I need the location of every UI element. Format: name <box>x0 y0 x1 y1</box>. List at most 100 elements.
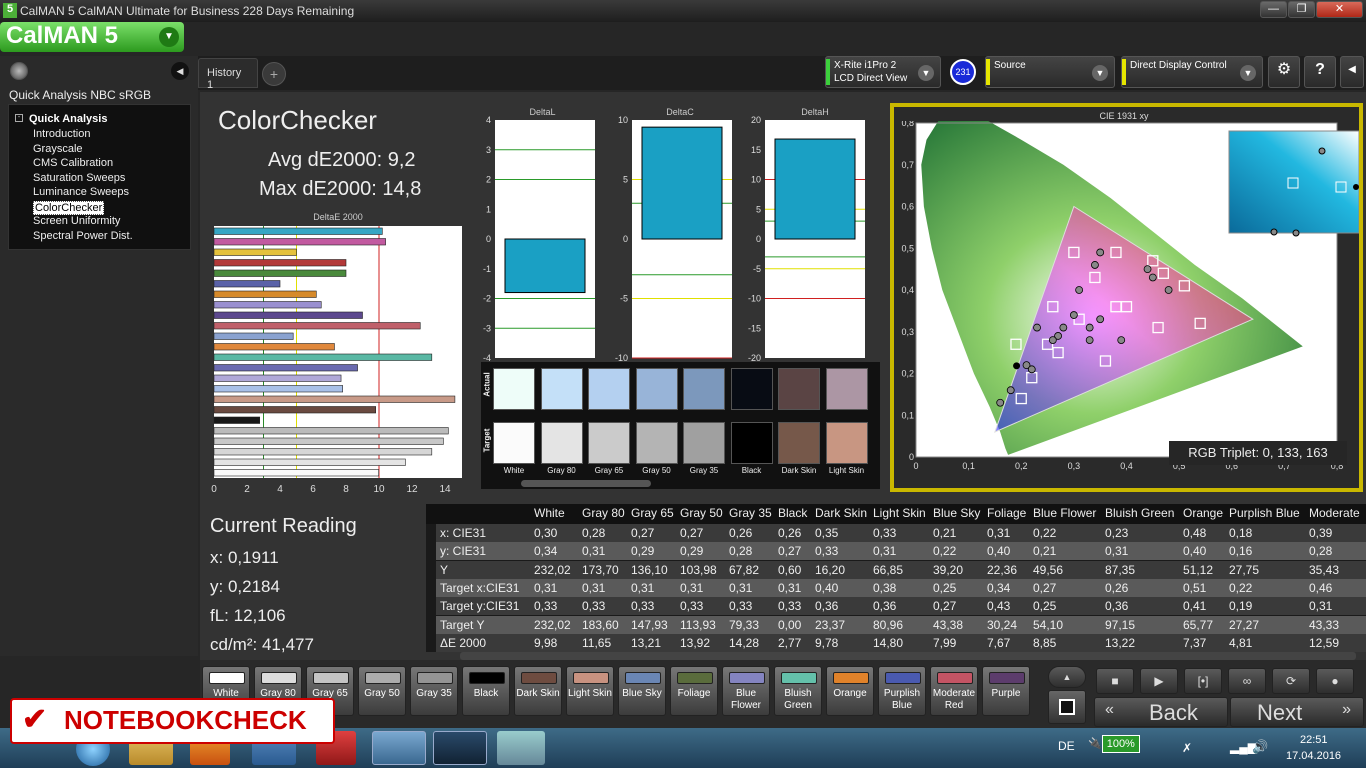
tab-history-1[interactable]: History 1 <box>198 58 258 91</box>
collapse-right-button[interactable]: ◀ <box>1340 56 1364 88</box>
inset-current-point <box>1353 184 1359 190</box>
deltae-bar <box>213 448 433 456</box>
table-cell: 0,31 <box>534 580 558 595</box>
meter-badge[interactable]: 231 <box>950 59 976 85</box>
table-cell: 0,27 <box>778 544 802 559</box>
continuous-button[interactable]: ∞ <box>1228 668 1266 694</box>
app-logo[interactable]: CalMAN 5 ▼ <box>0 22 184 52</box>
tree-item[interactable]: CMS Calibration <box>33 157 113 169</box>
stop-button[interactable]: ■ <box>1096 668 1134 694</box>
table-cell: 0,28 <box>729 544 753 559</box>
deltaC-bar <box>641 126 723 240</box>
frame-icon: [•] <box>1197 674 1209 688</box>
bottom-swatch-button[interactable]: Moderate Red <box>930 666 978 716</box>
minimize-button[interactable]: — <box>1260 1 1287 18</box>
measured-point <box>1085 323 1094 332</box>
cie-y-tick-label: 0,7 <box>901 160 914 170</box>
tree-item[interactable]: Grayscale <box>33 143 83 155</box>
chevron-down-icon[interactable]: ▼ <box>159 27 179 47</box>
table-cell: 0,31 <box>631 580 655 595</box>
bottom-swatch-button[interactable]: Blue Flower <box>722 666 770 716</box>
read-single-button[interactable]: [•] <box>1184 668 1222 694</box>
table-scrollbar[interactable] <box>460 652 1356 660</box>
tree-expand-icon[interactable]: - <box>15 114 23 122</box>
bottom-swatch-button[interactable]: Light Skin <box>566 666 614 716</box>
meter-dropdown[interactable]: X-Rite i1Pro 2 LCD Direct View ▼ <box>825 56 941 88</box>
deltaC-tick-label: 10 <box>618 116 628 125</box>
table-cell: 7,99 <box>933 635 957 650</box>
tree-item[interactable]: Screen Uniformity <box>33 215 120 227</box>
refresh-button[interactable]: ⟳ <box>1272 668 1310 694</box>
language-indicator[interactable]: DE <box>1058 739 1075 753</box>
row-label-actual: Actual <box>482 372 492 397</box>
stop-big-button[interactable] <box>1048 690 1086 724</box>
tree-item[interactable]: Luminance Sweeps <box>33 186 129 198</box>
tree-item[interactable]: Spectral Power Dist. <box>33 230 133 242</box>
table-column-header: Dark Skin <box>815 506 868 520</box>
table-cell: 27,27 <box>1229 617 1260 632</box>
record-button[interactable]: ● <box>1316 668 1354 694</box>
help-button[interactable]: ? <box>1304 56 1336 88</box>
swatch-actual <box>493 368 535 410</box>
double-chevron-right-icon: » <box>1342 701 1351 718</box>
table-cell: 23,37 <box>815 617 846 632</box>
up-button[interactable]: ▲ <box>1048 666 1086 688</box>
bottom-swatch-button[interactable]: Purplish Blue <box>878 666 926 716</box>
clock-date[interactable]: 17.04.2016 <box>1286 750 1341 762</box>
bottom-swatch-button[interactable]: Bluish Green <box>774 666 822 716</box>
cie-x-tick-label: 0,3 <box>1068 461 1081 471</box>
bottom-swatch-button[interactable]: Black <box>462 666 510 716</box>
play-button[interactable]: ▶ <box>1140 668 1178 694</box>
swatch-chip <box>989 672 1025 684</box>
app-logo-text: CalMAN 5 <box>6 22 119 49</box>
swatch-target <box>635 422 678 464</box>
maximize-button[interactable]: ❐ <box>1288 1 1315 18</box>
swatch-comparison: Actual Target White Gray 80 Gray 65 Gray 50… <box>481 362 880 489</box>
network-icon[interactable]: ✗ <box>1182 741 1192 755</box>
bottom-swatch-button[interactable]: Foliage <box>670 666 718 716</box>
control-panel-icon[interactable] <box>372 731 426 765</box>
settings-button[interactable]: ⚙ <box>1268 56 1300 88</box>
display-dropdown[interactable]: Direct Display Control ▼ <box>1121 56 1263 88</box>
clock-time[interactable]: 22:51 <box>1300 734 1328 746</box>
next-button[interactable]: Next » <box>1230 697 1364 727</box>
chevron-down-icon[interactable]: ▼ <box>918 65 934 81</box>
volume-icon[interactable]: 🔊 <box>1252 739 1268 755</box>
tree-item[interactable]: ColorChecker <box>33 200 105 215</box>
swatch-scrollbar[interactable] <box>521 480 651 487</box>
workflow-circle-icon[interactable] <box>10 62 28 80</box>
table-cell: 4,81 <box>1229 635 1253 650</box>
bottom-swatch-button[interactable]: Blue Sky <box>618 666 666 716</box>
tree-item[interactable]: Introduction <box>33 128 90 140</box>
add-tab-button[interactable]: + <box>262 62 286 86</box>
deltaL-tick-label: 2 <box>486 175 491 185</box>
table-cell: 0,40 <box>815 580 839 595</box>
deltaL-tick-label: 1 <box>486 204 491 214</box>
bottom-swatch-button[interactable]: Purple <box>982 666 1030 716</box>
tree-group-quick-analysis[interactable]: Quick Analysis <box>29 113 107 125</box>
chevron-down-icon[interactable]: ▼ <box>1240 65 1256 81</box>
cie-diagram: 0 0,1 0,2 0,3 0,4 0,5 0,6 0,7 0,80,80,70,60,50,4… <box>901 121 1359 471</box>
bottom-swatch-button[interactable]: Orange <box>826 666 874 716</box>
collapse-left-button[interactable]: ◀ <box>171 62 189 80</box>
table-column-header: Gray 80 <box>582 506 625 520</box>
battery-indicator[interactable]: 🔌 100% <box>1088 735 1140 757</box>
deltae-tick-label: 4 <box>277 484 283 495</box>
bottom-swatch-button[interactable]: Gray 50 <box>358 666 406 716</box>
close-button[interactable]: ✕ <box>1316 1 1363 18</box>
table-row-label: Target y:CIE31 <box>440 599 520 614</box>
swatch-target <box>825 422 868 464</box>
back-button[interactable]: « Back <box>1094 697 1228 727</box>
chevron-down-icon[interactable]: ▼ <box>1092 65 1108 81</box>
deltae-bar <box>213 248 297 256</box>
swatch-actual <box>588 368 630 410</box>
source-dropdown[interactable]: Source ▼ <box>985 56 1115 88</box>
swatch-chip <box>677 672 713 684</box>
deltae-bar <box>213 311 363 319</box>
bottom-swatch-button[interactable]: Gray 35 <box>410 666 458 716</box>
swatch-chip <box>469 672 505 684</box>
calman-task-icon[interactable] <box>433 731 487 765</box>
tree-item[interactable]: Saturation Sweeps <box>33 172 125 184</box>
bottom-swatch-button[interactable]: Dark Skin <box>514 666 562 716</box>
paint-icon[interactable] <box>497 731 545 765</box>
